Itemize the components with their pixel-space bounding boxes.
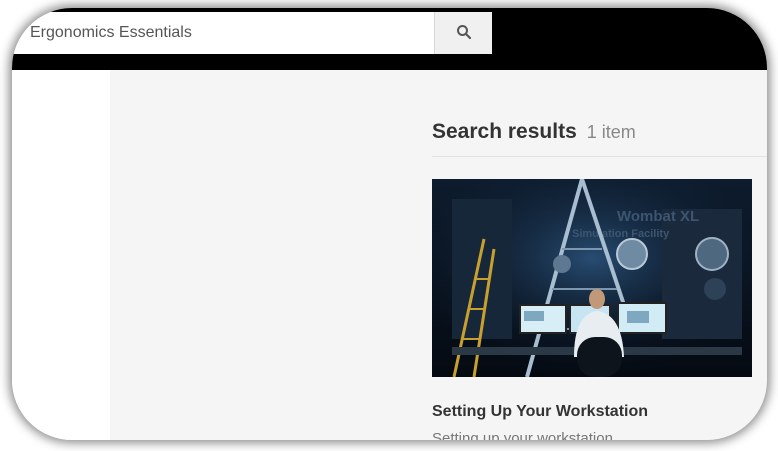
search-results: Search results 1 item Wombat XL Simulati… bbox=[432, 120, 767, 440]
browser-frame: Search results 1 item bbox=[12, 8, 767, 440]
search-input[interactable] bbox=[12, 12, 434, 54]
thumbnail-sign: Wombat XL bbox=[617, 208, 699, 225]
left-sidebar bbox=[12, 70, 110, 440]
result-title[interactable]: Setting Up Your Workstation bbox=[432, 403, 752, 421]
search-icon bbox=[456, 24, 472, 43]
thumbnail-sign-2: Simulation Facility bbox=[572, 228, 670, 240]
results-header: Search results 1 item bbox=[432, 120, 767, 157]
result-description: Setting up your workstation bbox=[432, 430, 613, 440]
result-card[interactable]: Wombat XL Simulation Facility Setting Up… bbox=[432, 179, 752, 440]
results-title: Search results bbox=[432, 120, 577, 143]
result-thumbnail[interactable]: Wombat XL Simulation Facility bbox=[432, 179, 752, 377]
search-button[interactable] bbox=[434, 12, 492, 54]
search-bar bbox=[12, 12, 492, 54]
results-count: 1 item bbox=[586, 122, 636, 142]
top-bar bbox=[12, 8, 767, 70]
